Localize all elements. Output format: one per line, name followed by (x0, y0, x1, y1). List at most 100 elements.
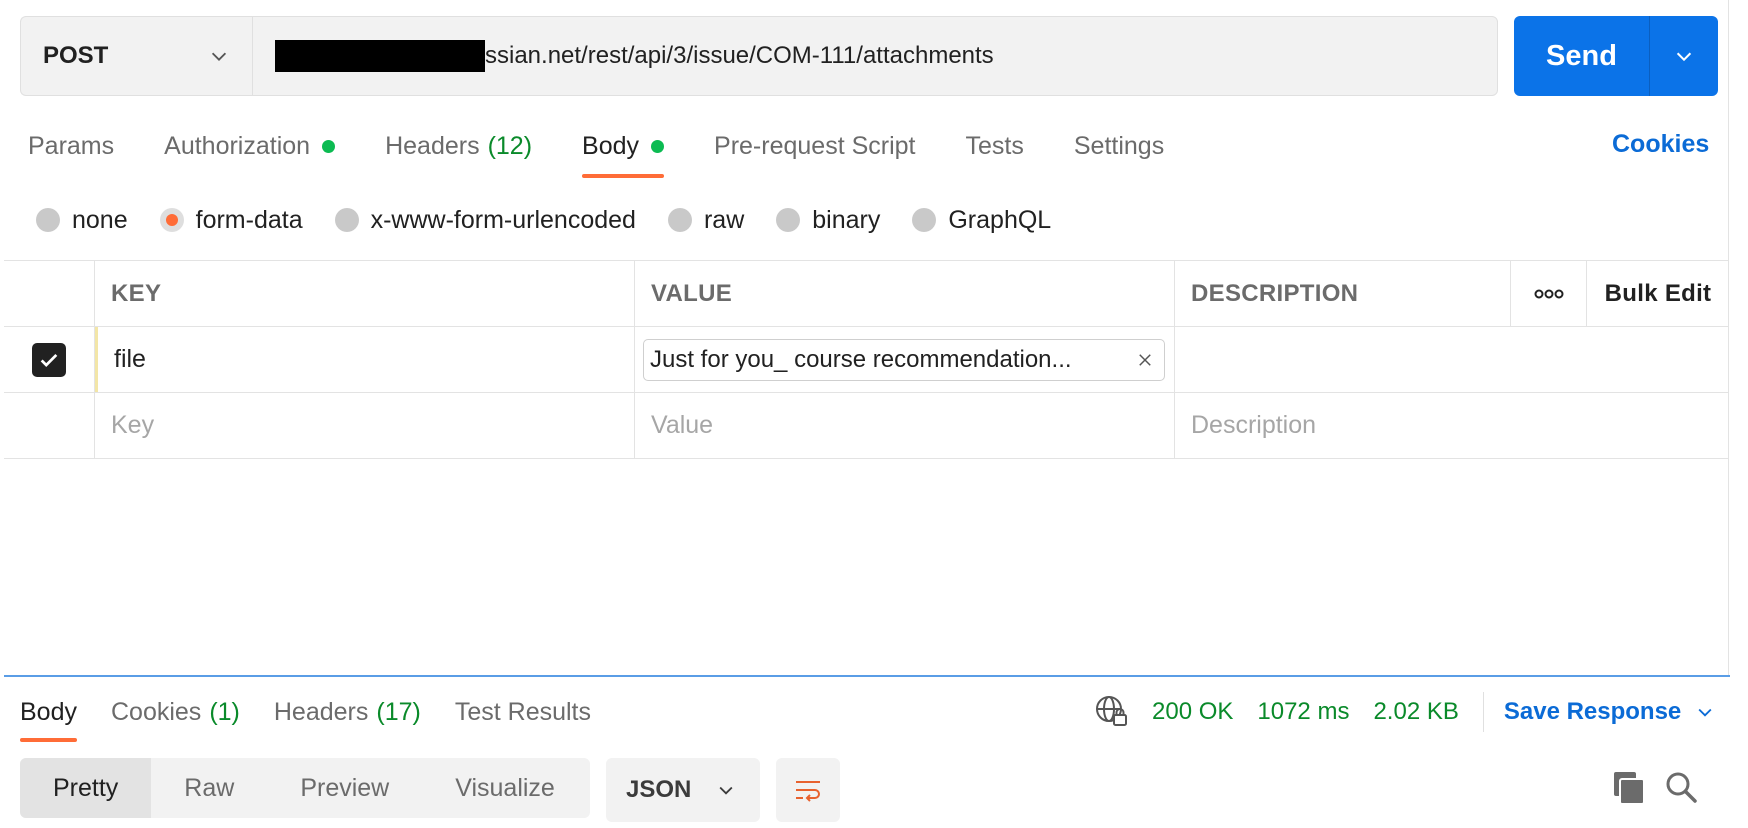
wrap-lines-button[interactable] (776, 758, 840, 822)
active-tab-indicator (20, 738, 77, 742)
tab-prerequest-script[interactable]: Pre-request Script (714, 128, 915, 164)
response-divider[interactable] (4, 675, 1730, 677)
row-check-cell (4, 327, 95, 392)
active-tab-indicator (582, 174, 665, 178)
search-icon[interactable] (1664, 770, 1698, 804)
tab-count: (12) (487, 131, 533, 160)
tab-label: Test Results (454, 697, 592, 726)
url-input[interactable]: ssian.net/rest/api/3/issue/COM-111/attac… (252, 16, 1498, 96)
view-preview[interactable]: Preview (267, 758, 422, 818)
response-tab-test-results[interactable]: Test Results (455, 694, 591, 730)
response-tabs: Body Cookies (1) Headers (17) Test Results (20, 694, 625, 744)
tab-label: Params (28, 131, 115, 160)
url-text: ssian.net/rest/api/3/issue/COM-111/attac… (485, 42, 994, 69)
row-checkbox[interactable] (32, 342, 66, 377)
request-url-bar: POST ssian.net/rest/api/3/issue/COM-111/… (20, 16, 1498, 96)
body-type-radios: none form-data x-www-form-urlencoded raw… (36, 202, 1083, 238)
radio-graphql[interactable]: GraphQL (912, 206, 1051, 235)
copy-icon[interactable] (1612, 770, 1646, 806)
chevron-down-icon (211, 52, 227, 61)
radio-raw[interactable]: raw (667, 205, 745, 235)
header-value: VALUE (635, 261, 1175, 326)
chevron-down-icon (1698, 708, 1712, 717)
tab-label: Pre-request Script (714, 131, 916, 160)
response-tab-headers[interactable]: Headers (17) (274, 694, 421, 730)
radio-circle (912, 208, 937, 232)
response-tab-cookies[interactable]: Cookies (1) (111, 694, 240, 730)
table-header-row: KEY VALUE DESCRIPTION Bulk Edit (4, 261, 1729, 327)
tab-headers[interactable]: Headers (12) (385, 128, 532, 164)
tab-count: (1) (209, 697, 240, 726)
file-name: Just for you_ course recommendation... (650, 345, 1072, 373)
bulk-edit-button[interactable]: Bulk Edit (1587, 261, 1729, 326)
view-pretty[interactable]: Pretty (20, 758, 152, 818)
tab-authorization[interactable]: Authorization (164, 128, 336, 164)
tab-tests[interactable]: Tests (966, 128, 1024, 164)
tab-label: Headers (273, 697, 369, 726)
radio-label: GraphQL (948, 205, 1052, 234)
table-row-empty: Key Value Description (4, 393, 1729, 459)
tab-label: Tests (965, 131, 1024, 160)
radio-none[interactable]: none (36, 206, 128, 235)
row-description[interactable] (1175, 327, 1729, 392)
globe-lock-icon[interactable] (1094, 694, 1130, 730)
panel-divider (1728, 0, 1729, 676)
radio-circle (667, 208, 692, 232)
file-chip[interactable]: Just for you_ course recommendation... (643, 338, 1165, 381)
wrap-lines-icon (796, 781, 820, 802)
view-visualize[interactable]: Visualize (422, 758, 588, 818)
tab-settings[interactable]: Settings (1074, 128, 1164, 164)
tab-body[interactable]: Body (582, 128, 665, 178)
row-key[interactable]: file (95, 327, 635, 392)
method-select[interactable]: POST (20, 16, 252, 96)
response-size[interactable]: 2.02 KB (1373, 698, 1458, 726)
tab-count: (17) (376, 697, 421, 726)
method-label: POST (43, 42, 109, 69)
radio-circle (334, 208, 359, 232)
cookies-link[interactable]: Cookies (1612, 130, 1709, 159)
check-icon (40, 353, 58, 367)
radio-circle (776, 208, 801, 232)
value-input[interactable]: Value (635, 393, 1175, 458)
row-check-cell (4, 393, 95, 458)
description-input[interactable]: Description (1175, 393, 1729, 458)
save-response-label: Save Response (1503, 698, 1682, 725)
radio-label: form-data (195, 205, 303, 234)
tab-label: Cookies (110, 697, 202, 726)
redacted-block (275, 40, 485, 72)
tab-label: Body (20, 697, 77, 726)
response-time[interactable]: 1072 ms (1257, 698, 1349, 726)
send-button[interactable]: Send (1514, 16, 1650, 96)
tab-label: Headers (385, 131, 480, 160)
view-raw[interactable]: Raw (151, 758, 267, 818)
status-dot (322, 139, 336, 153)
request-tabs: Params Authorization Headers (12) Body Pr… (28, 128, 1214, 178)
more-options-button[interactable] (1511, 261, 1587, 326)
header-description: DESCRIPTION (1175, 261, 1511, 326)
close-icon[interactable] (1136, 351, 1154, 369)
save-response-button[interactable]: Save Response (1504, 698, 1737, 726)
radio-form-data[interactable]: form-data (159, 205, 303, 235)
header-check-cell (4, 261, 95, 326)
format-label: JSON (626, 776, 692, 803)
tab-params[interactable]: Params (28, 128, 114, 164)
status-code[interactable]: 200 OK (1152, 698, 1233, 726)
radio-label: raw (703, 205, 745, 234)
tab-label: Authorization (164, 131, 311, 160)
format-select[interactable]: JSON (606, 758, 760, 822)
table-row: file Just for you_ course recommendation… (4, 327, 1729, 393)
radio-circle (36, 208, 60, 232)
row-value-cell: Just for you_ course recommendation... (635, 327, 1175, 392)
send-button-group: Send (1514, 16, 1718, 96)
tab-label: Settings (1073, 131, 1165, 160)
radio-x-www-form-urlencoded[interactable]: x-www-form-urlencoded (334, 206, 636, 235)
more-horizontal-icon (1534, 289, 1563, 298)
status-dot (651, 139, 665, 153)
key-input[interactable]: Key (95, 393, 635, 458)
radio-binary[interactable]: binary (776, 206, 880, 235)
chevron-down-icon (719, 786, 733, 795)
send-options-button[interactable] (1650, 16, 1718, 96)
tab-label: Body (582, 131, 640, 160)
response-view-selector: Pretty Raw Preview Visualize (20, 758, 590, 818)
response-tab-body[interactable]: Body (20, 694, 77, 742)
